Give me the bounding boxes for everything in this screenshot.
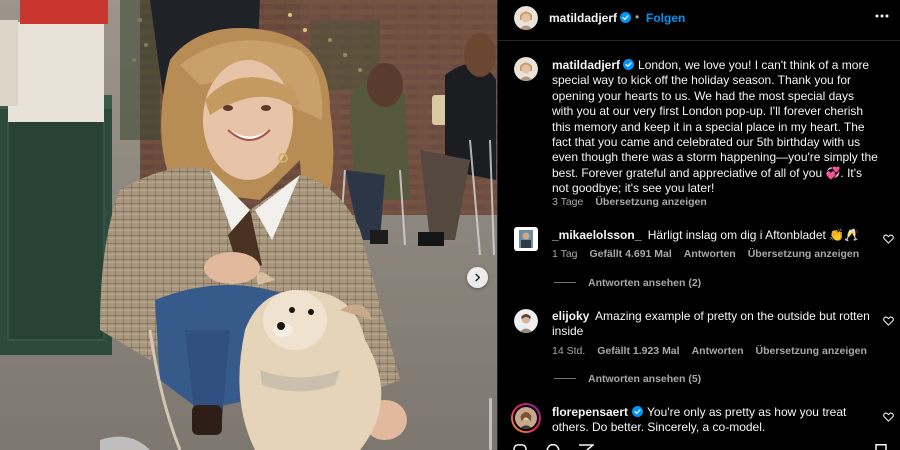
heart-outline-icon[interactable] — [883, 316, 894, 326]
more-horizontal-icon[interactable] — [875, 13, 889, 19]
heart-outline-icon[interactable] — [883, 412, 894, 422]
comment-avatar[interactable] — [514, 227, 538, 251]
author-avatar[interactable] — [514, 6, 538, 30]
carousel-edge-indicator — [489, 398, 492, 450]
view-replies-label: Antworten ansehen (2) — [588, 277, 702, 289]
post-photo[interactable] — [0, 0, 497, 450]
caption-username[interactable]: matildadjerf — [552, 58, 620, 72]
caption-time[interactable]: 3 Tage — [552, 196, 583, 208]
post-header: matildadjerf • Folgen — [498, 0, 900, 41]
verified-badge-icon — [623, 59, 635, 70]
comment-text-block: _mikaelolsson_ Härligt inslag om dig i A… — [552, 228, 878, 243]
comment-time[interactable]: 14 Std. — [552, 345, 585, 357]
heart-outline-icon[interactable] — [512, 444, 528, 450]
view-replies-label: Antworten ansehen (5) — [588, 373, 702, 385]
share-icon[interactable] — [578, 444, 594, 450]
replies-divider — [554, 282, 576, 283]
separator-dot: • — [635, 10, 640, 24]
comment-icon[interactable] — [545, 444, 561, 450]
comment-avatar — [513, 405, 539, 431]
follow-button[interactable]: Folgen — [646, 11, 685, 25]
comment-avatar-story-ring[interactable] — [511, 403, 541, 433]
heart-outline-icon[interactable] — [883, 234, 894, 244]
comment-reply-button[interactable]: Antworten — [684, 248, 736, 260]
comment-text: Härligt inslag om dig i Aftonbladet 👏🥂 — [647, 228, 860, 242]
comment-reply-button[interactable]: Antworten — [692, 345, 744, 357]
post-side-panel: matildadjerf • Folgen matildadjerf London… — [497, 0, 900, 450]
post-image — [0, 0, 497, 450]
bookmark-icon[interactable] — [873, 444, 889, 450]
verified-badge-icon — [620, 12, 631, 23]
comment-likes[interactable]: Gefällt 4.691 Mal — [590, 248, 672, 260]
caption-text-block: matildadjerf London, we love you! I can't… — [552, 58, 878, 197]
view-replies-button[interactable]: Antworten ansehen (5) — [554, 373, 701, 385]
comment-text-block: florepensaert You're only as pretty as ho… — [552, 405, 878, 436]
post-action-bar — [498, 441, 900, 450]
comment-username[interactable]: _mikaelolsson_ — [552, 228, 641, 242]
comment-likes[interactable]: Gefällt 1.923 Mal — [597, 345, 679, 357]
caption-avatar[interactable] — [514, 57, 538, 81]
caption-text: London, we love you! I can't think of a … — [552, 58, 878, 196]
comment-meta: 1 Tag Gefällt 4.691 Mal Antworten Übersetzu… — [552, 248, 871, 260]
comment-meta: 14 Std. Gefällt 1.923 Mal Antworten Überset… — [552, 345, 879, 357]
comment-text-block: elijoky Amazing example of pretty on the… — [552, 309, 878, 340]
caption-translate-link[interactable]: Übersetzung anzeigen — [595, 196, 706, 208]
comment-time[interactable]: 1 Tag — [552, 248, 578, 260]
author-username[interactable]: matildadjerf — [549, 11, 617, 25]
comment-translate-link[interactable]: Übersetzung anzeigen — [756, 345, 867, 357]
next-image-button[interactable] — [467, 267, 488, 288]
chevron-right-icon — [475, 273, 481, 282]
comment-avatar[interactable] — [514, 309, 538, 333]
replies-divider — [554, 378, 576, 379]
caption-meta: 3 Tage Übersetzung anzeigen — [552, 196, 719, 208]
verified-badge-icon — [632, 406, 644, 417]
view-replies-button[interactable]: Antworten ansehen (2) — [554, 277, 701, 289]
comment-username[interactable]: elijoky — [552, 309, 589, 323]
comment-text: Amazing example of pretty on the outside… — [552, 309, 870, 339]
comment-username[interactable]: florepensaert — [552, 405, 628, 419]
comment-translate-link[interactable]: Übersetzung anzeigen — [748, 248, 859, 260]
